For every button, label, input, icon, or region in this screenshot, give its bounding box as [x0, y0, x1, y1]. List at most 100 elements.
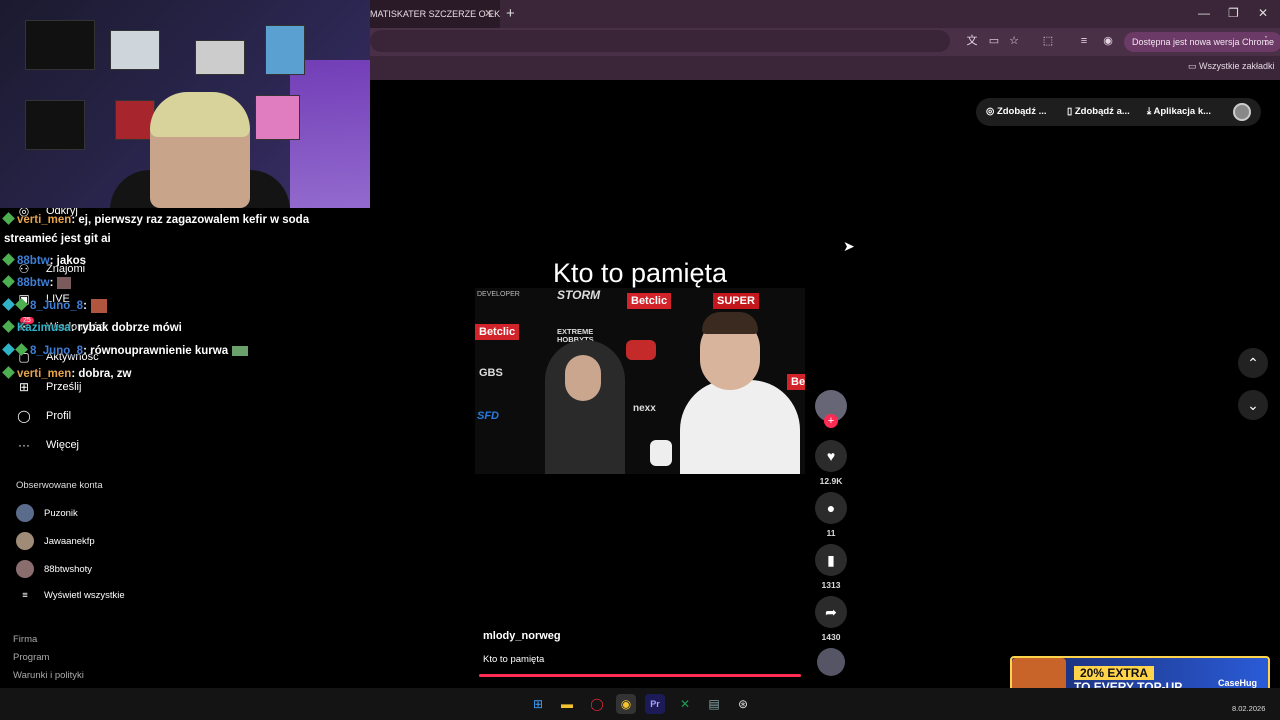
follow-plus-icon[interactable]: +: [824, 414, 838, 428]
maximize-button[interactable]: ❐: [1228, 6, 1239, 20]
new-tab-button[interactable]: +: [506, 5, 515, 22]
share-icon: ➦: [825, 604, 837, 620]
mouse-cursor-icon: ➤: [843, 238, 855, 254]
nav-item-upload[interactable]: ⊞ Prześlij: [16, 380, 81, 394]
video-caption: Kto to pamięta: [483, 654, 545, 665]
user-avatar[interactable]: [1233, 103, 1251, 121]
interviewer-hair: [702, 312, 758, 334]
tab-close-icon[interactable]: ✕: [484, 7, 493, 20]
pill-label: Zdobądź a...: [1074, 106, 1130, 117]
address-bar[interactable]: [370, 30, 950, 52]
share-count: 1430: [821, 632, 841, 642]
chat-user: 8_Juno_8: [30, 300, 84, 313]
sponsor-logo: nexx: [633, 403, 656, 414]
extensions-icon[interactable]: ⬚: [1040, 33, 1056, 49]
sponsor-logo: STORM: [557, 288, 601, 302]
promo-line1: 20% EXTRA: [1074, 666, 1155, 680]
premiere-icon[interactable]: Pr: [645, 694, 665, 714]
nav-item-more[interactable]: ··· Więcej: [16, 438, 79, 452]
chat-message: Kazimusa: rybak dobrze mówi: [2, 320, 182, 334]
nav-label: Więcej: [46, 439, 80, 451]
chat-badge-icon: [2, 212, 15, 225]
avatar: [16, 560, 34, 578]
obs-icon[interactable]: ⊛: [733, 694, 753, 714]
like-count: 12.9K: [819, 476, 843, 486]
promo-brand: CaseHug: [1218, 678, 1258, 688]
all-bookmarks-button[interactable]: ▭ Wszystkie zakładki: [1188, 61, 1275, 72]
shelf-item: [255, 95, 300, 140]
share-button[interactable]: ➦: [815, 596, 847, 628]
profile-avatar-icon[interactable]: ◉: [1100, 33, 1116, 49]
file-explorer-icon[interactable]: ▬: [557, 694, 577, 714]
folder-icon: ▭: [1188, 61, 1200, 71]
desktop-app-button[interactable]: ⤓ Aplikacja k...: [1147, 106, 1211, 117]
chat-message: 88btw:: [2, 275, 72, 289]
previous-video-button[interactable]: ⌃: [1238, 348, 1268, 378]
chat-badge-icon: [2, 343, 15, 356]
list-icon: ≡: [22, 590, 28, 601]
shelf-item: [265, 25, 305, 75]
chat-badge-icon: [15, 298, 28, 311]
shelf-item: [25, 100, 85, 150]
upload-icon: ⊞: [18, 380, 30, 394]
chat-user: verti_men: [17, 214, 72, 226]
chrome-update-button[interactable]: Dostępna jest nowa wersja Chrome: [1124, 32, 1280, 52]
bookmark-icon: ▮: [827, 552, 835, 568]
save-button[interactable]: ▮: [815, 544, 847, 576]
browser-tab[interactable]: MATISKATER SZCZERZE O EKIPIE: [360, 0, 500, 28]
avatar: [16, 504, 34, 522]
chat-badge-icon: [2, 275, 15, 288]
chat-text: : jakos: [49, 255, 87, 267]
shelf-item: [25, 20, 95, 70]
chrome-menu-icon[interactable]: ⋮: [1258, 33, 1274, 49]
music-disc-icon[interactable]: [817, 648, 845, 676]
webcam-overlay: [0, 0, 370, 208]
account-name: 88btwshoty: [44, 563, 93, 575]
sponsor-logo: SUPER: [713, 293, 759, 309]
video-overlay-title: Kto to pamięta: [552, 258, 728, 288]
chat-message: 8_Juno_8: równouprawnienie kurwa: [2, 343, 249, 357]
nav-item-profile[interactable]: ◯ Profil: [16, 409, 71, 423]
emote-icon: [90, 299, 107, 313]
coin-icon: ◎: [986, 106, 997, 117]
get-app-button[interactable]: ▯ Zdobądź a...: [1067, 106, 1130, 117]
chat-message: verti_men: ej, pierwszy raz zagazowalem …: [2, 212, 310, 226]
chat-text: :: [83, 300, 87, 313]
chat-text: : ej, pierwszy raz zagazowalem kefir w s…: [71, 214, 310, 226]
next-video-button[interactable]: ⌄: [1238, 390, 1268, 420]
show-all-button[interactable]: ≡ Wyświetl wszystkie: [16, 590, 124, 601]
pill-label: Zdobądź ...: [996, 106, 1047, 117]
profile-icon: ◯: [17, 409, 31, 423]
followed-account[interactable]: Puzonik: [16, 504, 78, 522]
sponsor-logo: SFD: [477, 410, 499, 422]
tab-title: MATISKATER SZCZERZE O EKIPIE: [370, 9, 500, 19]
windows-taskbar: [0, 688, 1280, 720]
comment-icon: ●: [826, 500, 836, 516]
bookmark-star-icon[interactable]: ☆: [1006, 33, 1022, 49]
comment-button[interactable]: ●: [815, 492, 847, 524]
footer-link[interactable]: Firma: [13, 634, 37, 645]
app-icon[interactable]: ▤: [704, 694, 724, 714]
close-window-button[interactable]: ✕: [1258, 6, 1268, 20]
windows-start-icon[interactable]: ⊞: [528, 694, 548, 714]
get-coins-button[interactable]: ◎ Zdobądź ...: [986, 106, 1047, 117]
streamer-hair: [150, 92, 250, 137]
video-author[interactable]: mlody_norweg: [483, 630, 561, 642]
footer-link[interactable]: Program: [13, 652, 49, 663]
followed-account[interactable]: 88btwshoty: [16, 560, 92, 578]
translate-icon[interactable]: 文: [964, 33, 980, 49]
glove-shape: [626, 340, 656, 360]
minimize-button[interactable]: —: [1198, 6, 1210, 20]
chrome-icon[interactable]: ◉: [616, 694, 636, 714]
cast-icon[interactable]: ▭: [986, 33, 1002, 49]
opera-icon[interactable]: ◯: [587, 694, 607, 714]
like-button[interactable]: ♥: [815, 440, 847, 472]
media-icon[interactable]: ≡: [1076, 33, 1092, 49]
chat-badge-icon: [2, 298, 15, 311]
footer-link[interactable]: Warunki i polityki: [13, 670, 84, 681]
followed-account[interactable]: Jawaanekfp: [16, 532, 95, 550]
phone-icon: ▯: [1067, 106, 1075, 117]
shelf-item: [195, 40, 245, 75]
chat-text: streamieć jest git ai: [4, 233, 111, 245]
excel-icon[interactable]: ✕: [675, 694, 695, 714]
